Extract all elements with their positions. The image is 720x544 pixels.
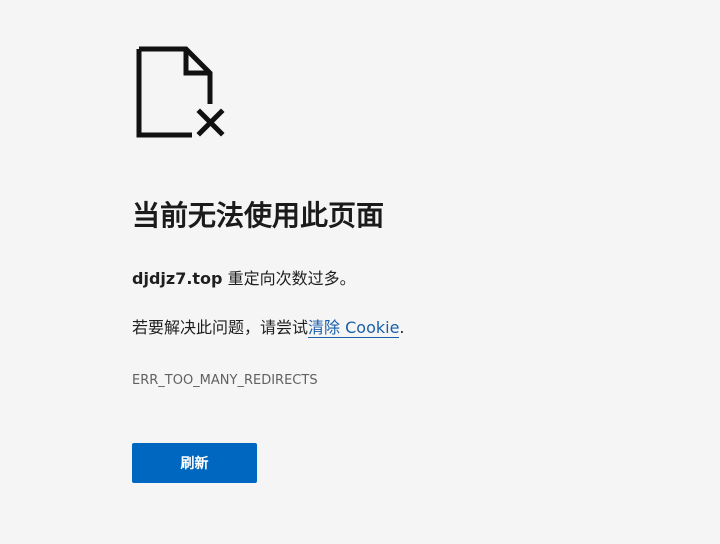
suggestion-text: 若要解决此问题，请尝试清除 Cookie. (132, 315, 405, 341)
page-title: 当前无法使用此页面 (132, 199, 385, 232)
redirect-message: 重定向次数过多。 (222, 269, 356, 288)
error-description: djdjz7.top 重定向次数过多。 (132, 266, 356, 292)
host-name: djdjz7.top (132, 269, 223, 288)
document-error-icon (136, 46, 225, 138)
suggestion-suffix: . (399, 318, 405, 337)
clear-cookies-link[interactable]: 清除 Cookie (308, 318, 400, 338)
error-code: ERR_TOO_MANY_REDIRECTS (132, 373, 318, 388)
suggestion-prefix: 若要解决此问题，请尝试 (132, 318, 309, 337)
refresh-button[interactable]: 刷新 (132, 443, 257, 483)
